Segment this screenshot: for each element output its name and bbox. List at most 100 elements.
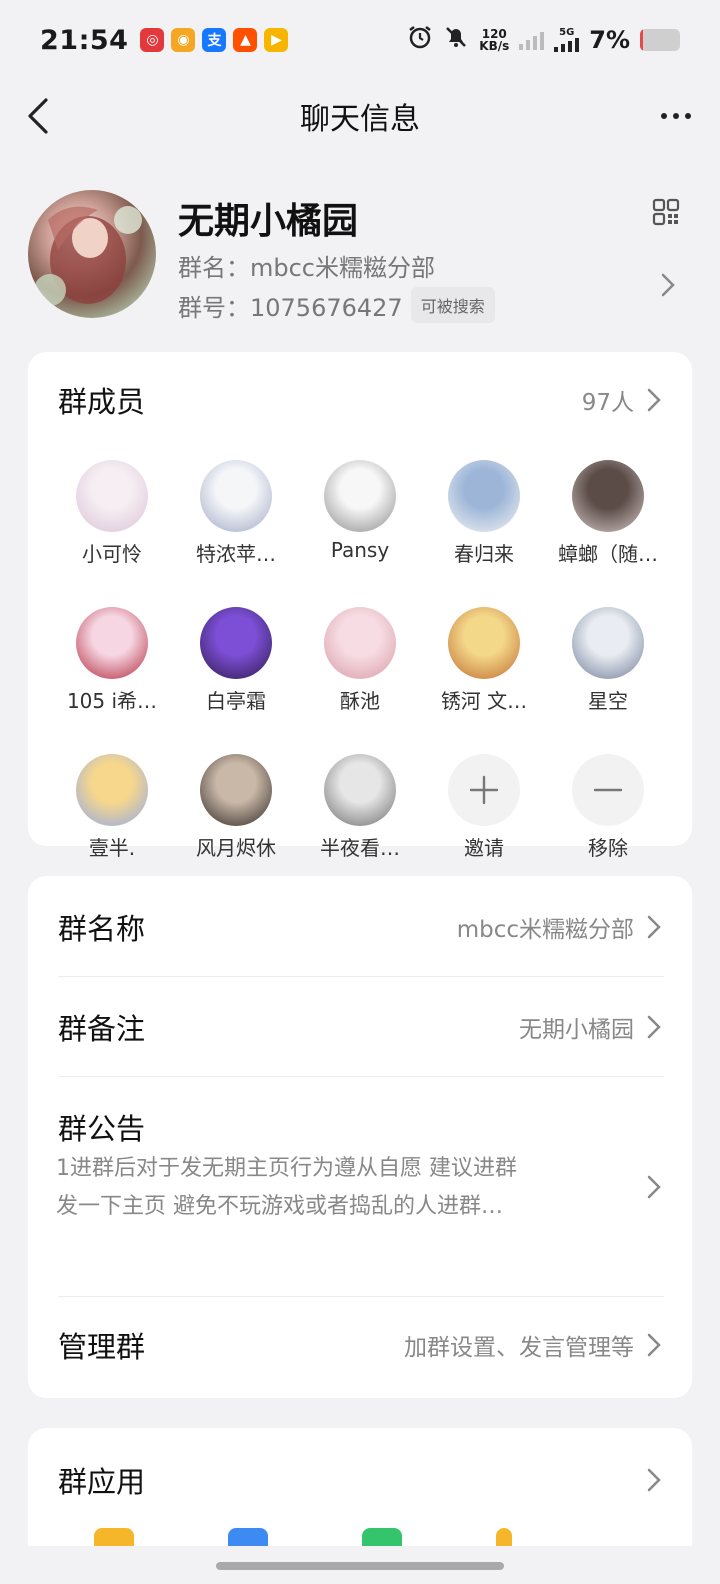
members-grid: 小可怜 特浓苹… Pansy 春归来 蟑螂（随… 105 i希… 白亭霜 酥池 锈河 文… 星空壹… [50, 460, 670, 861]
group-featured-icon[interactable] [496, 1528, 512, 1548]
group-name-label: 群名称 [58, 912, 146, 946]
member-avatar [572, 460, 644, 532]
group-display-name: 无期小橘园 [178, 201, 359, 242]
member-item[interactable]: 蟑螂（随… [546, 460, 670, 567]
group-name-line: 群名：mbcc米糯糍分部 [178, 254, 436, 282]
member-avatar [76, 460, 148, 532]
chevron-right-icon [647, 1333, 661, 1357]
group-settings-card: 群名称 mbcc米糯糍分部 群备注 无期小橘园 群公告 1进群后对于发无期主页行… [28, 876, 692, 1398]
member-name: 风月烬休 [196, 836, 276, 860]
chevron-right-icon [647, 1175, 661, 1199]
mute-bell-icon [443, 24, 469, 56]
group-remark-row[interactable]: 群备注 无期小橘园 [58, 1002, 664, 1052]
member-avatar [324, 754, 396, 826]
home-indicator[interactable] [216, 1562, 504, 1570]
divider [58, 976, 664, 977]
alipay-icon: 支 [202, 28, 227, 52]
chevron-right-icon [661, 273, 675, 297]
network-type: 5G [559, 27, 575, 38]
remove-label: 移除 [588, 836, 628, 860]
member-item[interactable]: 小可怜 [50, 460, 174, 567]
chevron-right-icon [647, 388, 661, 412]
member-name: 酥池 [340, 689, 380, 713]
member-item[interactable]: 105 i希… [50, 607, 174, 714]
group-members-row[interactable]: 群成员 97人 [58, 380, 664, 420]
battery-icon [640, 29, 680, 51]
clock: 21:54 [40, 24, 129, 56]
member-item[interactable]: 酥池 [298, 607, 422, 714]
member-avatar [200, 460, 272, 532]
status-indicators: 120 KB/s 5G 7% [407, 24, 680, 56]
member-item[interactable]: Pansy [298, 460, 422, 567]
member-item[interactable]: 风月烬休 [174, 754, 298, 861]
notification-app-icons: ◎ ◉ 支 ▲ ▶ [140, 28, 289, 52]
group-remark-label: 群备注 [58, 1012, 146, 1046]
back-button[interactable] [22, 94, 62, 138]
group-files-icon[interactable] [94, 1528, 134, 1548]
group-apps-card: 群应用 [28, 1428, 692, 1548]
more-options-button[interactable] [654, 94, 698, 138]
member-name: 半夜看… [320, 836, 400, 860]
signal-sim1-icon [519, 30, 545, 50]
chevron-right-icon [647, 915, 661, 939]
minus-icon [572, 754, 644, 826]
manage-group-row[interactable]: 管理群 加群设置、发言管理等 [58, 1320, 664, 1370]
member-name: 春归来 [454, 542, 514, 566]
netease-music-icon: ◎ [140, 28, 165, 52]
page-title: 聊天信息 [300, 102, 420, 137]
chevron-right-icon [647, 1468, 661, 1492]
member-avatar [76, 754, 148, 826]
group-number-row: 群号：1075676427 可被搜索 [178, 287, 495, 323]
group-remark-value: 无期小橘园 [519, 1017, 634, 1043]
member-name: 特浓苹… [196, 542, 276, 566]
member-item[interactable]: 特浓苹… [174, 460, 298, 567]
member-name: 壹半. [88, 836, 136, 860]
manage-group-value: 加群设置、发言管理等 [404, 1335, 634, 1361]
status-bar: 21:54 ◎ ◉ 支 ▲ ▶ 120 KB/s 5G 7% [0, 0, 720, 80]
member-name: 星空 [588, 689, 628, 713]
member-avatar [324, 607, 396, 679]
member-avatar [448, 607, 520, 679]
member-avatar [448, 460, 520, 532]
signal-sim2-icon [554, 38, 580, 52]
member-item[interactable]: 星空 [546, 607, 670, 714]
member-name: 105 i希… [66, 689, 158, 713]
group-avatar[interactable] [28, 190, 156, 318]
network-speed-unit: KB/s [479, 39, 510, 53]
member-item[interactable]: 春归来 [422, 460, 546, 567]
group-members-title: 群成员 [58, 385, 146, 419]
avatar-art [34, 206, 142, 306]
group-chat-app-icon[interactable] [362, 1528, 402, 1548]
remove-member-button[interactable]: 移除 [546, 754, 670, 861]
group-notice-label: 群公告 [58, 1112, 146, 1146]
member-avatar [324, 460, 396, 532]
plus-icon [448, 754, 520, 826]
member-item[interactable]: 锈河 文… [422, 607, 546, 714]
member-item[interactable]: 壹半. [50, 754, 174, 861]
group-album-icon[interactable] [228, 1528, 268, 1548]
qr-code-icon[interactable] [652, 198, 680, 226]
group-apps-title: 群应用 [58, 1465, 146, 1499]
invite-label: 邀请 [464, 836, 504, 860]
group-name-value: mbcc米糯糍分部 [456, 917, 634, 943]
group-apps-row[interactable]: 群应用 [58, 1458, 664, 1502]
group-app-icons [94, 1528, 512, 1548]
member-name: 锈河 文… [440, 689, 528, 713]
member-item[interactable]: 白亭霜 [174, 607, 298, 714]
member-name: 小可怜 [82, 542, 142, 566]
divider [58, 1296, 664, 1297]
group-profile[interactable]: 无期小橘园 群名：mbcc米糯糍分部 群号：1075676427 可被搜索 [28, 190, 692, 323]
searchable-badge: 可被搜索 [410, 287, 495, 323]
weibo-icon: ◉ [171, 28, 196, 52]
group-notice-body: 1进群后对于发无期主页行为遵从自愿 建议进群发一下主页 避免不玩游戏或者捣乱的人… [56, 1156, 517, 1219]
chevron-right-icon [647, 1015, 661, 1039]
divider [58, 1076, 664, 1077]
taobao-icon: ▲ [233, 28, 258, 52]
member-item[interactable]: 半夜看… [298, 754, 422, 861]
member-name: Pansy [330, 538, 390, 562]
video-app-icon: ▶ [264, 28, 289, 52]
invite-member-button[interactable]: 邀请 [422, 754, 546, 861]
group-name-row[interactable]: 群名称 mbcc米糯糍分部 [58, 902, 664, 952]
member-avatar [572, 607, 644, 679]
member-count: 97人 [581, 390, 634, 416]
